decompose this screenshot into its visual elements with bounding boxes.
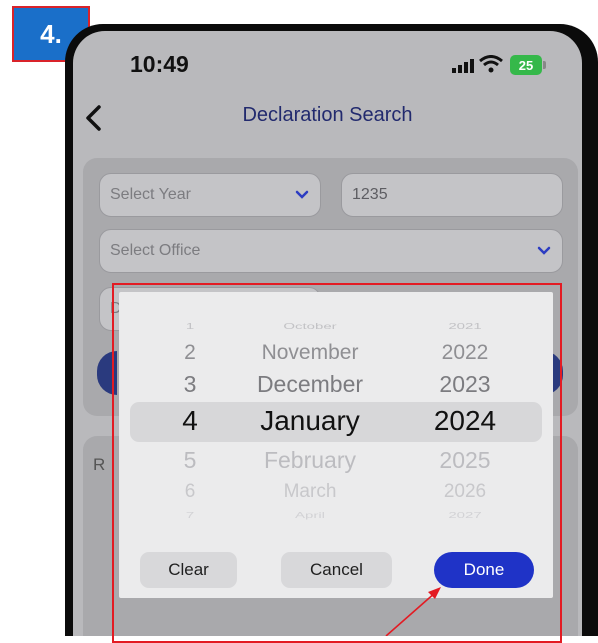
picker-month-option[interactable]: April xyxy=(225,511,395,519)
picker-year-option[interactable]: 2027 xyxy=(380,511,550,519)
picker-year-option[interactable]: 2022 xyxy=(380,342,550,363)
picker-year-option[interactable]: 2024 xyxy=(380,407,550,435)
chevron-down-icon xyxy=(537,246,551,255)
select-office-dropdown[interactable]: Select Office xyxy=(99,229,563,273)
picker-month-option[interactable]: March xyxy=(225,482,395,501)
clear-button[interactable]: Clear xyxy=(140,552,237,588)
picker-month-option[interactable]: January xyxy=(225,407,395,435)
wifi-icon xyxy=(479,55,503,73)
cancel-button[interactable]: Cancel xyxy=(281,552,392,588)
battery-icon: 25 xyxy=(510,55,542,75)
chevron-down-icon xyxy=(295,190,309,199)
picker-month-option[interactable]: February xyxy=(225,448,395,472)
select-year-dropdown[interactable]: Select Year xyxy=(99,173,321,217)
signal-icon xyxy=(452,59,474,73)
declaration-number-value: 1235 xyxy=(352,186,388,203)
picker-year-option[interactable]: 2026 xyxy=(380,482,550,501)
page-title: Declaration Search xyxy=(242,104,413,126)
picker-month-option[interactable]: November xyxy=(225,342,395,363)
select-office-placeholder: Select Office xyxy=(110,242,201,259)
results-label: R xyxy=(93,455,106,474)
declaration-number-input[interactable]: 1235 xyxy=(341,173,563,217)
done-button[interactable]: Done xyxy=(434,552,534,588)
status-time: 10:49 xyxy=(130,51,189,77)
picker-month-option[interactable]: October xyxy=(225,322,395,330)
battery-cap xyxy=(543,61,546,69)
picker-year-option[interactable]: 2023 xyxy=(380,372,550,396)
picker-month-option[interactable]: December xyxy=(225,372,395,396)
select-year-placeholder: Select Year xyxy=(110,186,191,203)
picker-year-option[interactable]: 2021 xyxy=(380,322,550,330)
picker-year-option[interactable]: 2025 xyxy=(380,448,550,472)
